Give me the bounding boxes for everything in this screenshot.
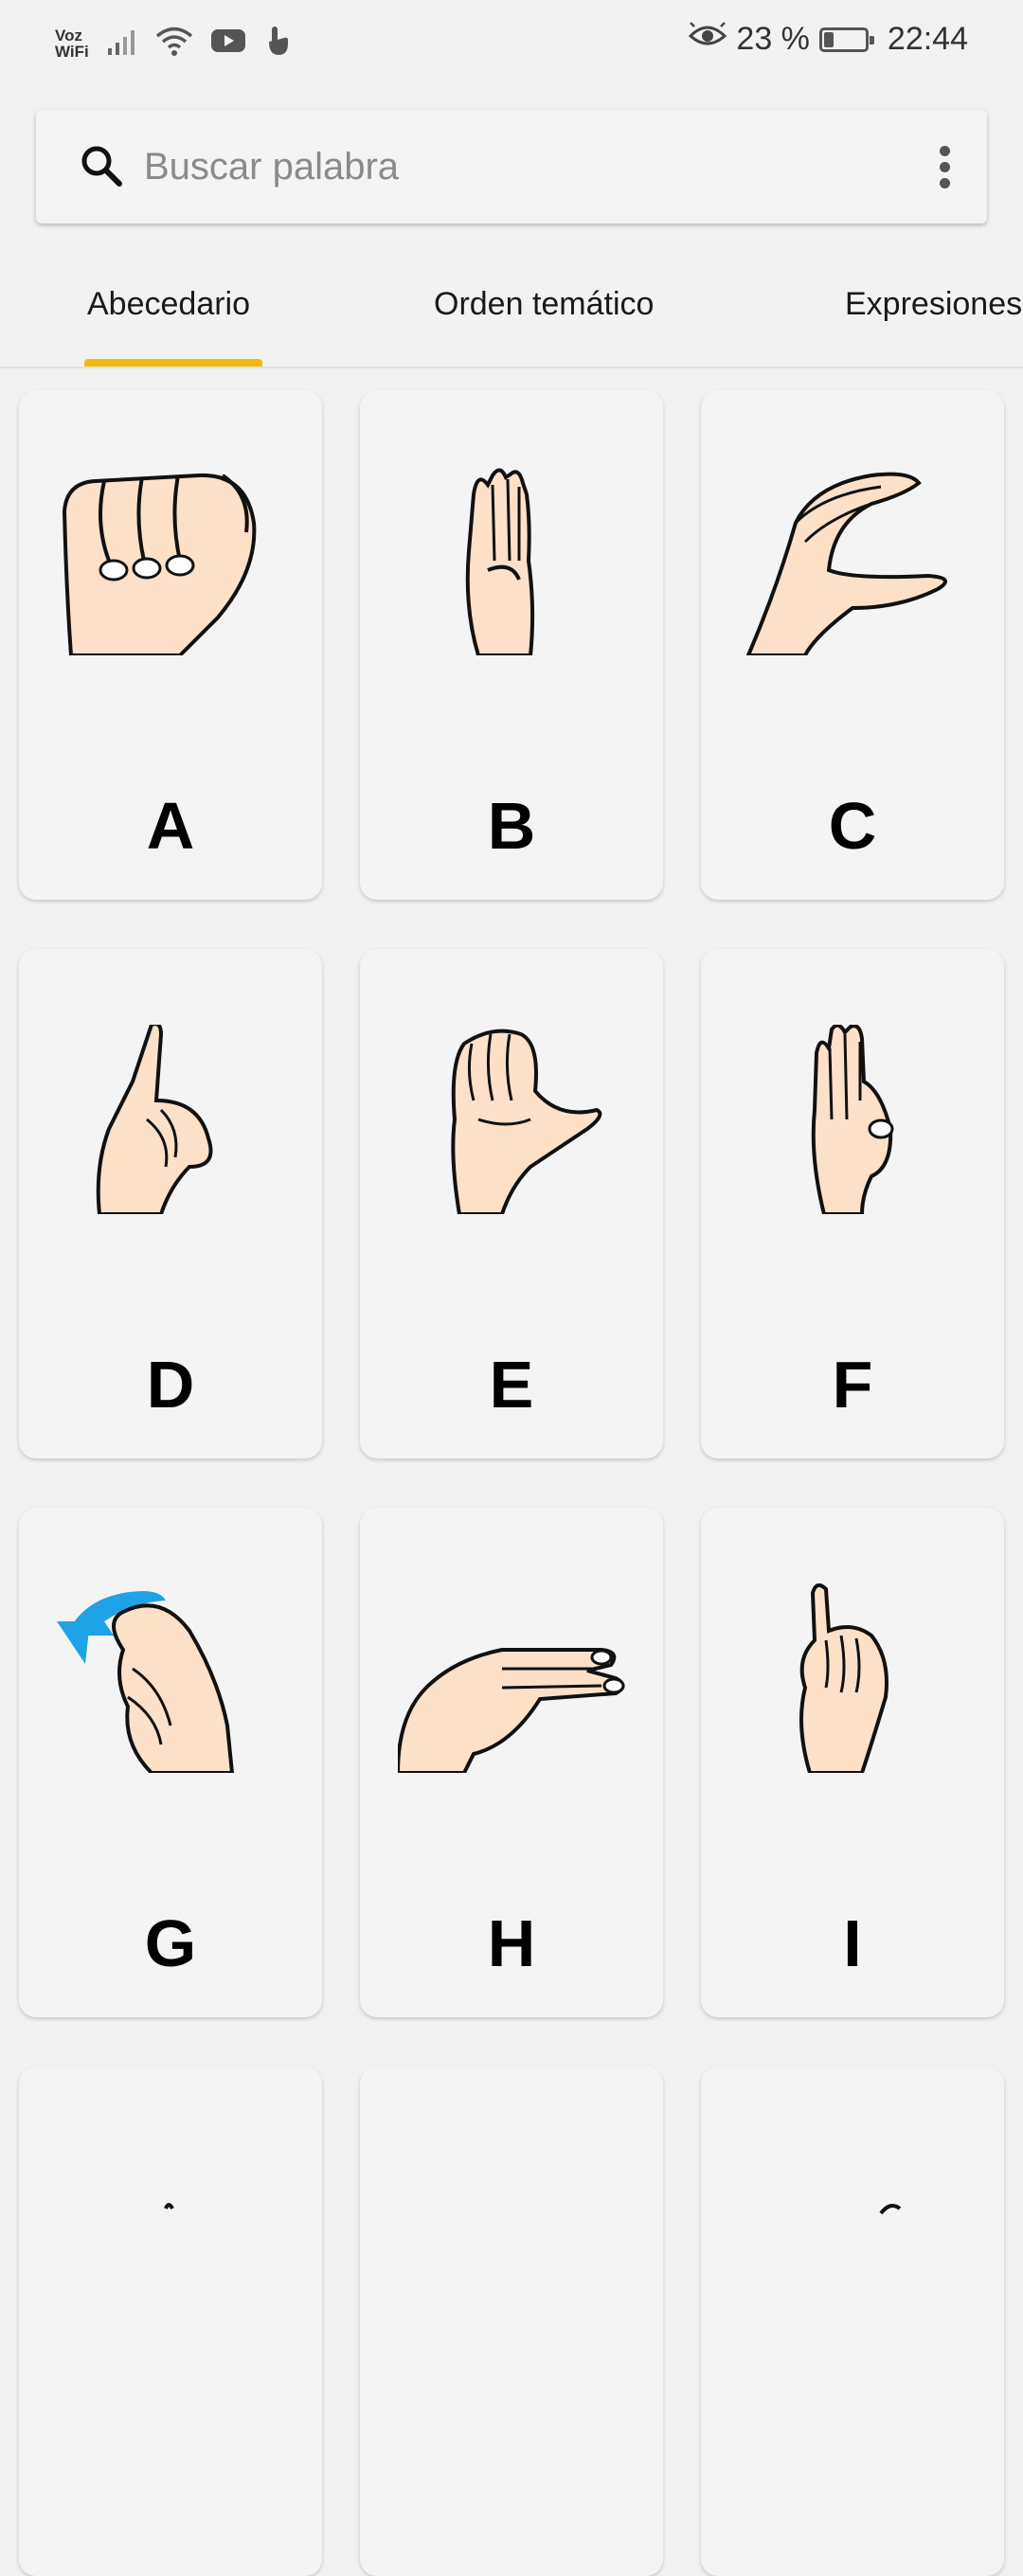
touch-icon [263, 25, 292, 62]
hand-sign-d-icon [96, 1025, 213, 1214]
letter-label: A [146, 789, 195, 863]
wifi-text: WiFi [55, 42, 89, 61]
wifi-icon [155, 25, 193, 62]
clock: 22:44 [887, 21, 968, 57]
voz-text: Voz [55, 26, 82, 45]
card-letter-i[interactable]: I [701, 1508, 1004, 2017]
tab-indicator [84, 359, 262, 367]
card-letter-e[interactable]: E [360, 949, 663, 1458]
card-letter-g[interactable]: G [19, 1508, 322, 2017]
status-right: 23 % 22:44 [689, 21, 968, 58]
hand-sign-b-icon [465, 468, 535, 655]
status-left: Voz WiFi [55, 25, 292, 62]
hand-sign-partial-icon [879, 2203, 902, 2215]
tab-abecedario[interactable]: Abecedario [87, 286, 250, 323]
letter-label: F [832, 1348, 873, 1422]
more-vert-icon[interactable] [940, 146, 951, 189]
battery-icon [818, 27, 874, 52]
letter-label: B [487, 789, 536, 863]
card-letter-b[interactable]: B [360, 390, 663, 900]
hand-sign-partial-icon [164, 2203, 174, 2209]
status-bar: Voz WiFi 23 % 22:44 [0, 0, 1023, 85]
card-letter-c[interactable]: C [701, 390, 1004, 900]
hand-sign-g-icon [57, 1591, 235, 1773]
letter-label: G [144, 1906, 197, 1980]
battery-level [823, 31, 835, 47]
card-partial-2[interactable] [360, 2066, 663, 2576]
card-partial-3[interactable] [701, 2066, 1004, 2576]
letter-label: H [487, 1906, 536, 1980]
card-letter-a[interactable]: A [19, 390, 322, 900]
hand-sign-h-icon [398, 1648, 625, 1773]
battery-percent: 23 % [736, 21, 810, 57]
card-partial-1[interactable] [19, 2066, 322, 2576]
search-input[interactable]: Buscar palabra [144, 146, 399, 188]
signal-icon [106, 26, 138, 61]
card-letter-f[interactable]: F [701, 949, 1004, 1458]
tab-orden-tematico[interactable]: Orden temático [434, 286, 654, 323]
letter-label: D [146, 1348, 195, 1422]
letter-label: E [489, 1348, 534, 1422]
tab-expresiones[interactable]: Expresiones [845, 286, 1022, 323]
hand-sign-f-icon [811, 1025, 894, 1214]
hand-sign-a-icon [62, 473, 257, 655]
tab-bar: Abecedario Orden temático Expresiones [0, 256, 1023, 368]
letter-label: C [828, 789, 877, 863]
eye-icon [689, 21, 727, 58]
letter-label: I [843, 1906, 862, 1980]
card-letter-h[interactable]: H [360, 1508, 663, 2017]
hand-sign-e-icon [451, 1029, 602, 1214]
voz-wifi-label: Voz WiFi [55, 27, 89, 60]
search-bar[interactable]: Buscar palabra [36, 110, 987, 224]
youtube-icon [210, 27, 246, 59]
hand-sign-i-icon [799, 1583, 888, 1773]
hand-sign-c-icon [745, 472, 947, 655]
card-letter-d[interactable]: D [19, 949, 322, 1458]
search-icon[interactable] [78, 142, 125, 194]
